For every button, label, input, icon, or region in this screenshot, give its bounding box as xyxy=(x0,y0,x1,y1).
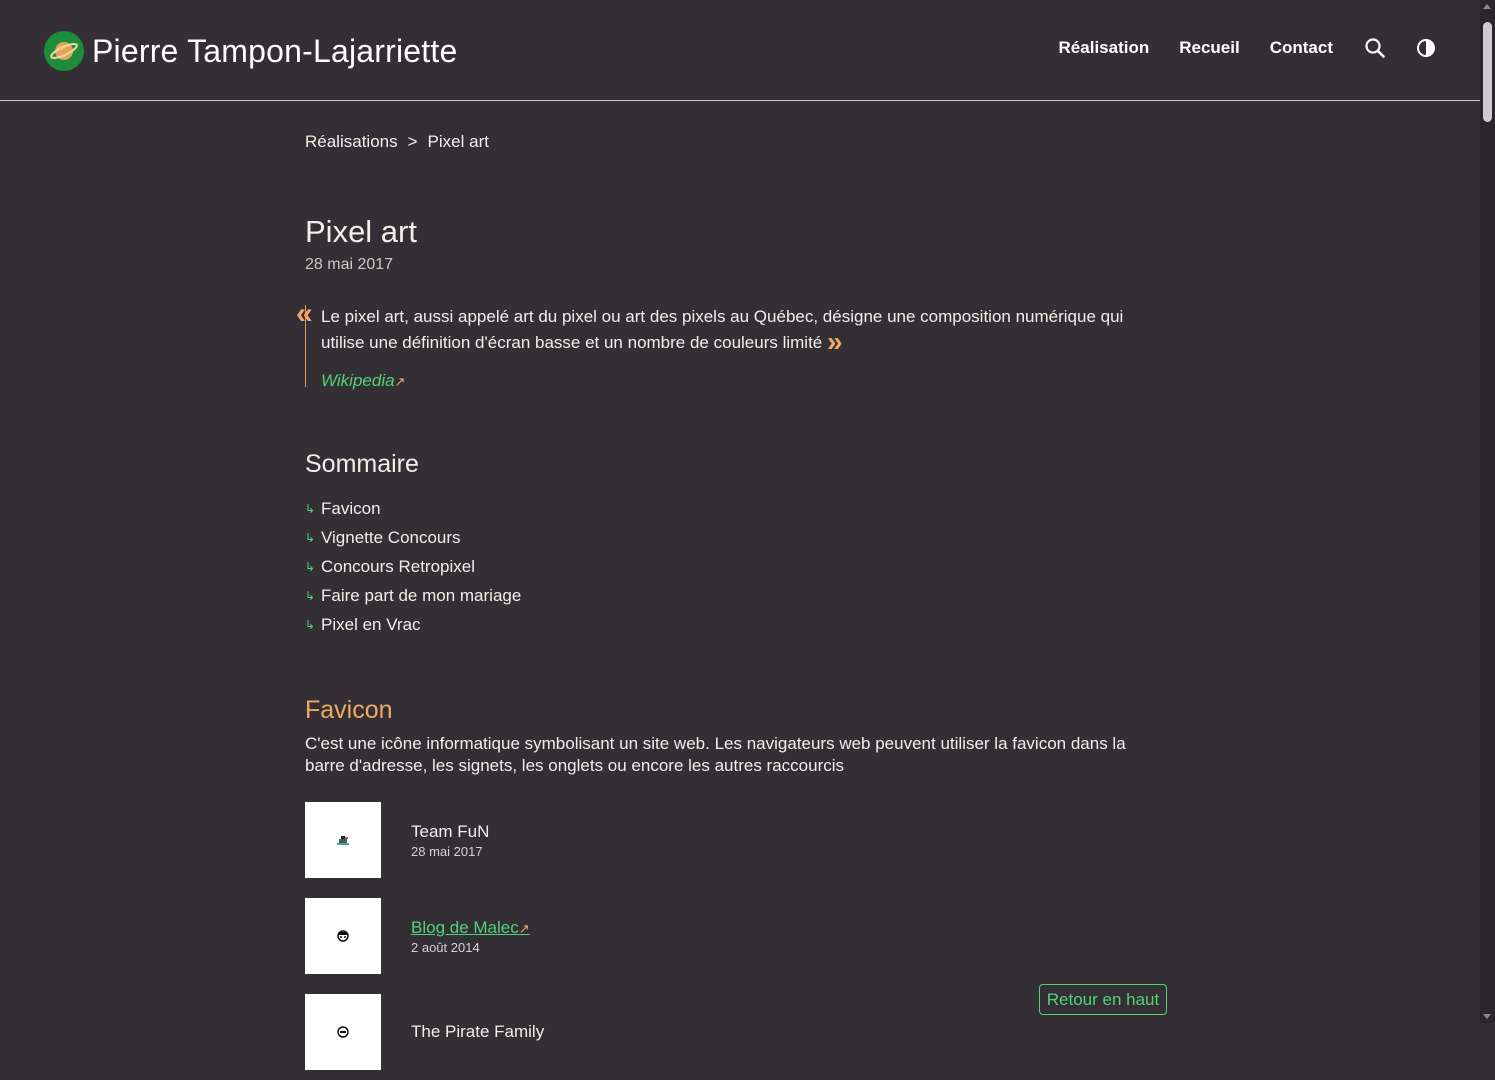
breadcrumb: Réalisations > Pixel art xyxy=(305,132,489,152)
return-arrow-icon: ↳ xyxy=(305,530,316,545)
item-date: 28 mai 2017 xyxy=(411,843,483,859)
quote-text: Le pixel art, aussi appelé art du pixel … xyxy=(321,307,1124,352)
toc-link-concours-retropixel[interactable]: Concours Retropixel xyxy=(321,557,475,577)
external-link-icon: ↗ xyxy=(518,920,530,936)
return-arrow-icon: ↳ xyxy=(305,588,316,603)
toc-link-pixel-en-vrac[interactable]: Pixel en Vrac xyxy=(321,615,421,635)
open-quote-icon: « xyxy=(296,297,313,330)
section-title-favicon: Favicon xyxy=(305,696,393,724)
breadcrumb-separator: > xyxy=(407,132,418,151)
item-text: Blog de Malec↗ 2 août 2014 xyxy=(411,918,530,955)
toc-item: ↳ Faire part de mon mariage xyxy=(305,581,521,610)
item-link-blog-de-malec[interactable]: Blog de Malec↗ xyxy=(411,918,530,937)
scrollbar-thumb[interactable] xyxy=(1483,22,1492,122)
site-header: Pierre Tampon-Lajarriette Réalisation Re… xyxy=(0,0,1480,101)
toc-list: ↳ Favicon ↳ Vignette Concours ↳ Concours Re… xyxy=(305,494,521,639)
contrast-icon[interactable] xyxy=(1415,37,1437,59)
page-title: Pixel art xyxy=(305,214,417,249)
item-link-label: Blog de Malec xyxy=(411,917,519,937)
section-description: C'est une icône informatique symbolisant… xyxy=(305,734,1126,775)
breadcrumb-current: Pixel art xyxy=(427,132,489,151)
external-link-icon: ↗ xyxy=(394,374,406,389)
nav-item-realisation[interactable]: Réalisation xyxy=(1059,38,1150,58)
return-arrow-icon: ↳ xyxy=(305,501,316,516)
team-fun-favicon-icon xyxy=(337,836,349,845)
malec-favicon-icon xyxy=(337,930,349,942)
nav-item-recueil[interactable]: Recueil xyxy=(1179,38,1239,58)
toc-link-favicon[interactable]: Favicon xyxy=(321,499,381,519)
pirate-favicon-icon xyxy=(337,1026,349,1038)
home-link[interactable]: Pierre Tampon-Lajarriette xyxy=(44,30,457,72)
scroll-down-icon[interactable] xyxy=(1483,1014,1491,1019)
planet-icon xyxy=(44,31,84,71)
favicon-thumbnail xyxy=(305,802,381,878)
quote-text-block: Le pixel art, aussi appelé art du pixel … xyxy=(321,306,1145,356)
toc-item: ↳ Vignette Concours xyxy=(305,523,521,552)
nav-item-contact[interactable]: Contact xyxy=(1270,38,1333,58)
favicon-list: Team FuN 28 mai 2017 Blog de Malec↗ 2 ao… xyxy=(305,792,544,1080)
return-arrow-icon: ↳ xyxy=(305,559,316,574)
main-nav: Réalisation Recueil Contact xyxy=(1059,38,1333,58)
list-item: Blog de Malec↗ 2 août 2014 xyxy=(305,888,544,984)
page-date: 28 mai 2017 xyxy=(305,256,394,273)
toc-title: Sommaire xyxy=(305,450,419,478)
toc-link-faire-part[interactable]: Faire part de mon mariage xyxy=(321,586,521,606)
wikipedia-quote: « Le pixel art, aussi appelé art du pixe… xyxy=(296,299,1145,391)
favicon-thumbnail xyxy=(305,898,381,974)
toc-item: ↳ Favicon xyxy=(305,494,521,523)
favicon-thumbnail xyxy=(305,994,381,1070)
quote-source-link[interactable]: Wikipedia↗ xyxy=(321,371,405,391)
item-text: The Pirate Family xyxy=(411,1022,544,1042)
close-quote-icon: » xyxy=(827,326,843,357)
item-text: Team FuN 28 mai 2017 xyxy=(411,822,489,859)
list-item: The Pirate Family xyxy=(305,984,544,1080)
item-title: Team FuN xyxy=(411,821,490,841)
back-to-top-button[interactable]: Retour en haut xyxy=(1039,984,1167,1015)
breadcrumb-link-realisations[interactable]: Réalisations xyxy=(305,132,398,151)
site-title: Pierre Tampon-Lajarriette xyxy=(92,32,458,69)
item-date: 2 août 2014 xyxy=(411,939,480,955)
list-item: Team FuN 28 mai 2017 xyxy=(305,792,544,888)
scrollbar[interactable] xyxy=(1480,0,1495,1023)
toc-item: ↳ Concours Retropixel xyxy=(305,552,521,581)
item-title: The Pirate Family xyxy=(411,1022,545,1041)
search-icon[interactable] xyxy=(1364,37,1386,59)
quote-source-label: Wikipedia xyxy=(321,371,395,390)
scroll-up-icon[interactable] xyxy=(1483,4,1491,9)
toc-item: ↳ Pixel en Vrac xyxy=(305,610,521,639)
toc-link-vignette-concours[interactable]: Vignette Concours xyxy=(321,528,461,548)
return-arrow-icon: ↳ xyxy=(305,617,316,632)
